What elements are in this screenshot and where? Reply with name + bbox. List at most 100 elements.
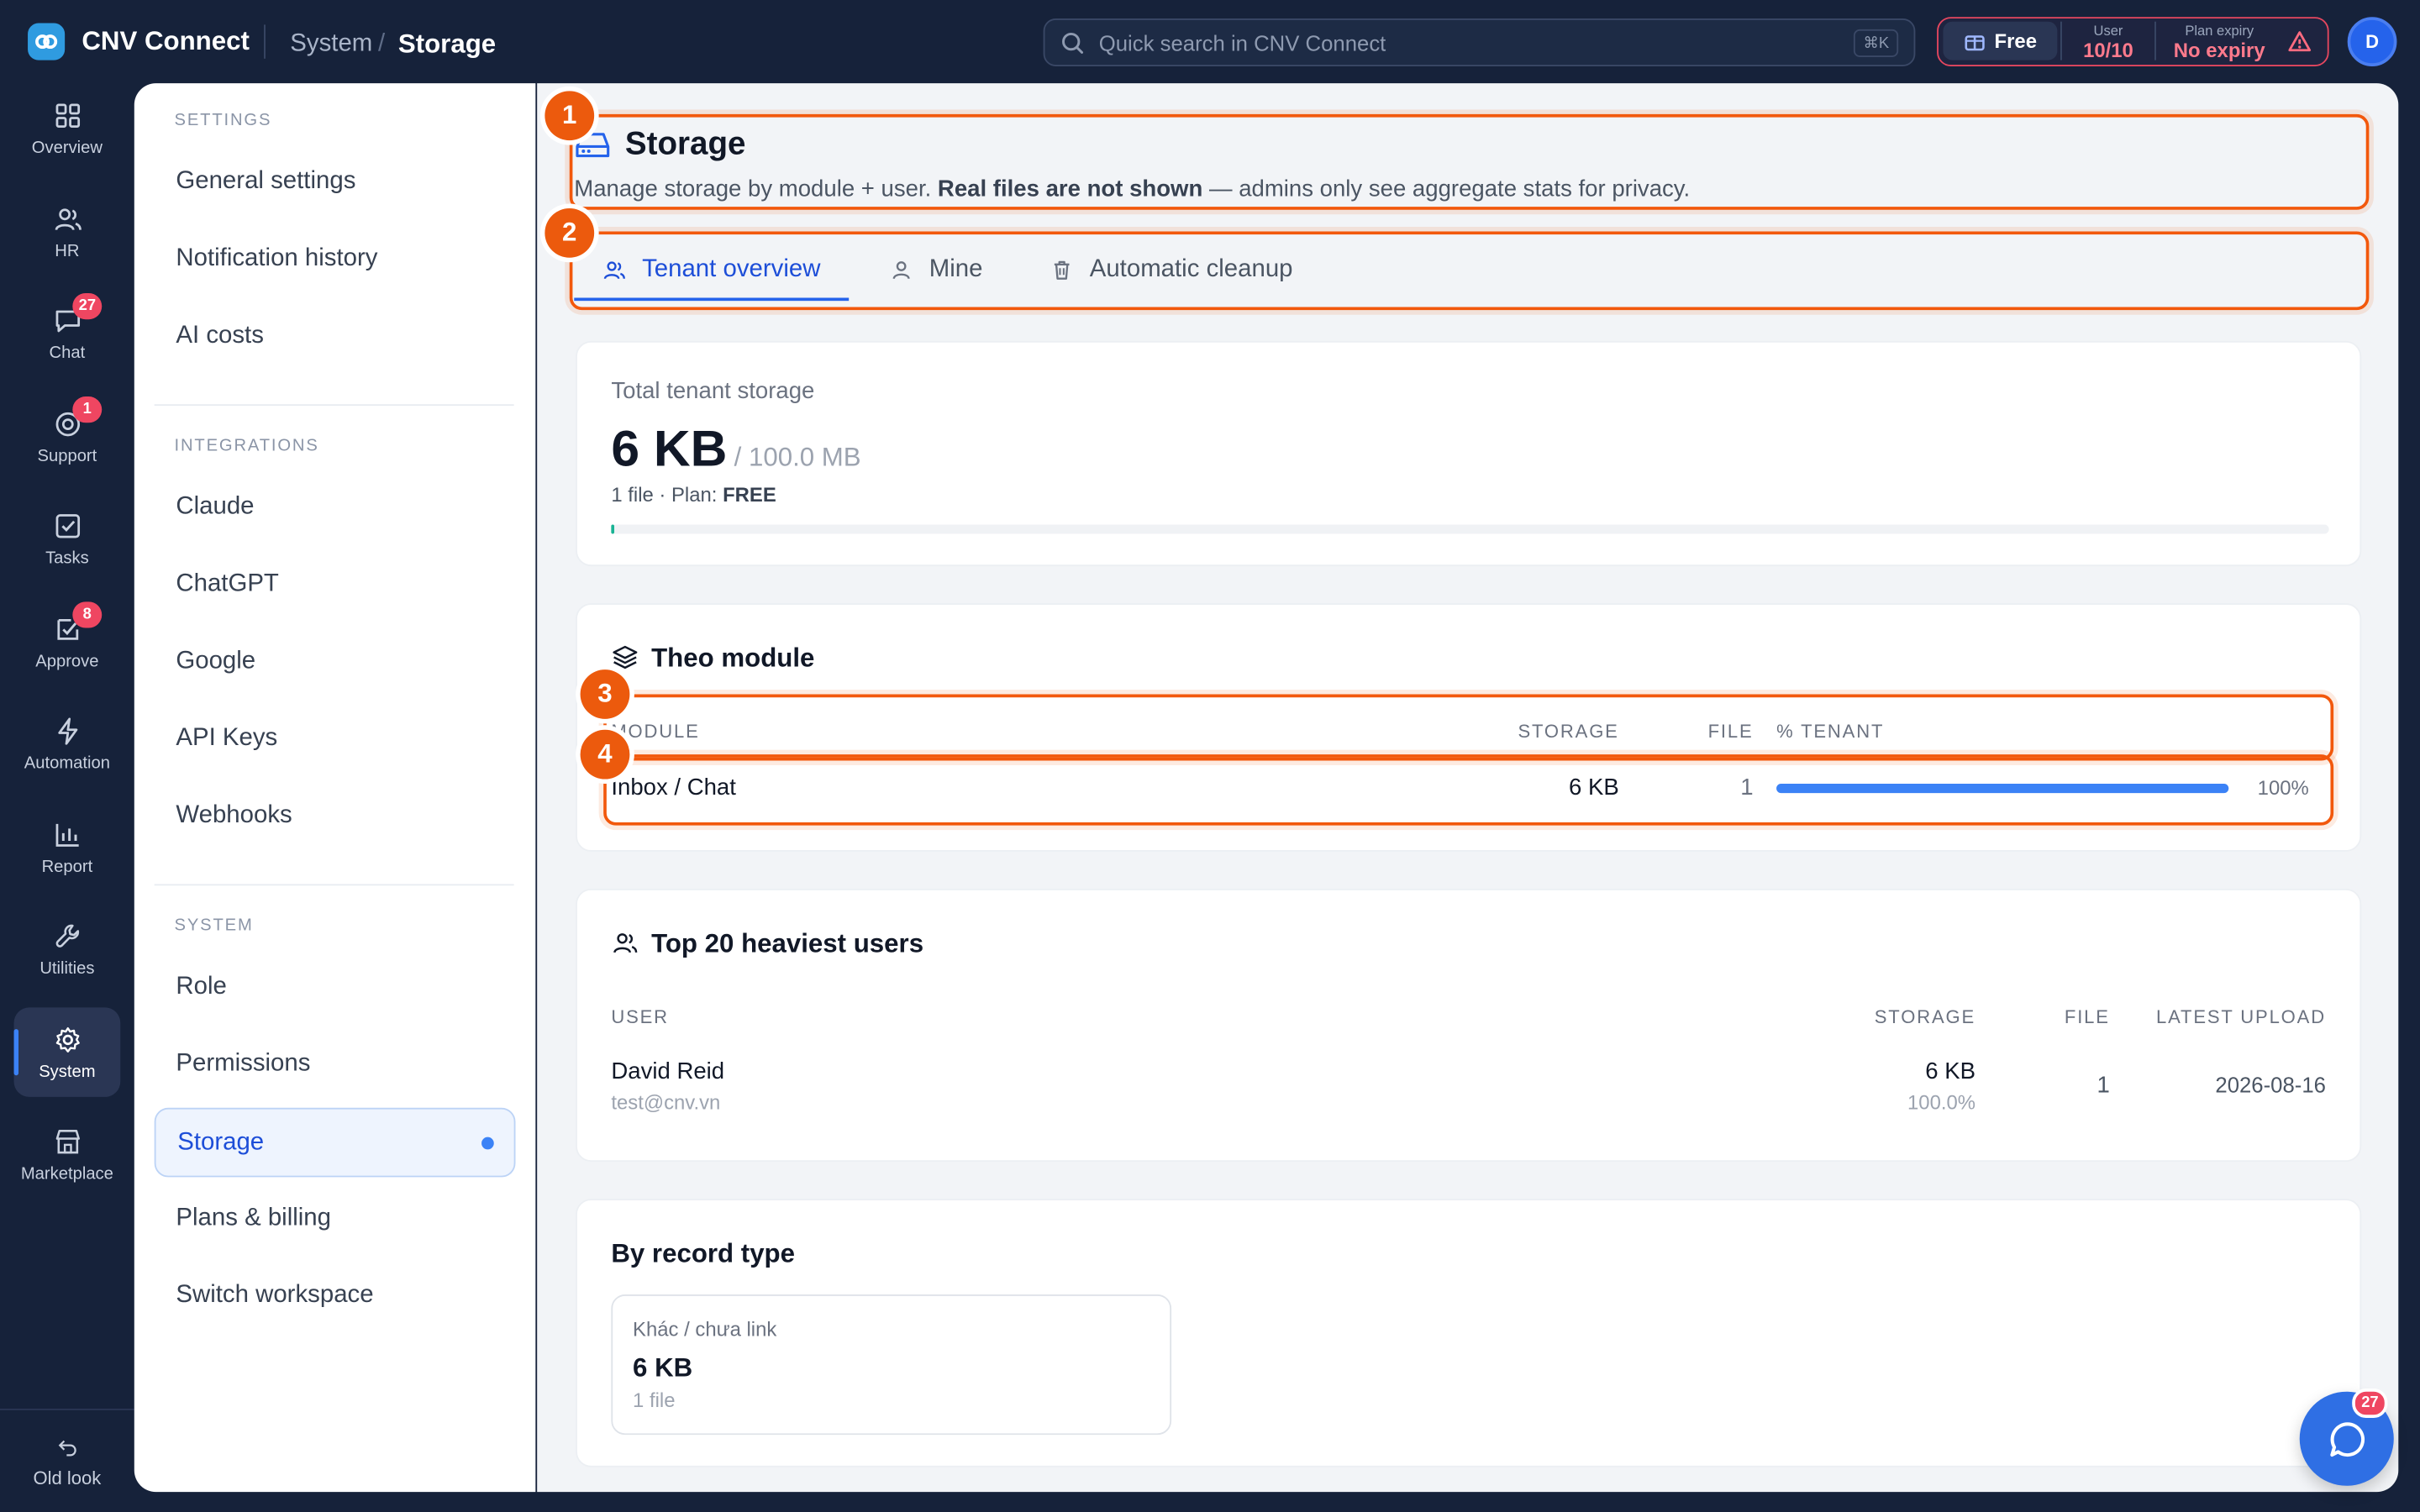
plan-user-count: User 10/10 (2083, 23, 2133, 62)
sidebar-divider (154, 884, 514, 886)
rail-item-marketplace[interactable]: Marketplace (14, 1110, 121, 1200)
rail-item-overview[interactable]: Overview (14, 83, 121, 173)
breadcrumb-separator: / (378, 30, 386, 57)
rail-label: Automation (24, 753, 111, 773)
module-card-title: Theo module (651, 643, 815, 673)
sidebar-item-notification-history[interactable]: Notification history (176, 245, 377, 273)
sidebar-item-switch-workspace[interactable]: Switch workspace (176, 1282, 373, 1310)
support-badge: 1 (72, 396, 103, 423)
rail-item-hr[interactable]: HR (14, 186, 121, 276)
annotation-box-2 (569, 231, 2370, 311)
annotation-box-1 (569, 113, 2370, 210)
record-type-card: By record type Khác / chưa link 6 KB 1 f… (576, 1199, 2362, 1467)
sidebar-item-chatgpt[interactable]: ChatGPT (176, 571, 278, 599)
sidebar-item-ai-costs[interactable]: AI costs (176, 323, 264, 350)
user-latest-upload: 2026-08-16 (2215, 1072, 2326, 1097)
sidebar-item-google[interactable]: Google (176, 648, 255, 675)
user-name: David Reid (611, 1058, 725, 1085)
breadcrumb-current: Storage (397, 29, 497, 59)
rail-label: System (39, 1062, 96, 1081)
sidebar-item-permissions[interactable]: Permissions (176, 1051, 310, 1079)
gear-icon (55, 1026, 79, 1053)
rail-item-system[interactable]: System (13, 1007, 121, 1097)
avatar[interactable]: D (2347, 17, 2397, 66)
search-shortcut: ⌘K (1854, 29, 1899, 57)
sidebar-item-general-settings[interactable]: General settings (176, 168, 355, 196)
settings-sidebar: SETTINGS General settings Notification h… (134, 83, 536, 1493)
active-dot (481, 1137, 494, 1150)
search-icon (1060, 31, 1085, 64)
rail-item-support[interactable]: Support 1 (14, 392, 121, 482)
annotation-box-4 (603, 754, 2334, 826)
sidebar-item-storage[interactable]: Storage (154, 1107, 516, 1178)
rail-item-report[interactable]: Report (14, 802, 121, 892)
app-name[interactable]: CNV Connect (82, 26, 250, 57)
section-integrations: INTEGRATIONS (174, 436, 319, 455)
total-storage-label: Total tenant storage (611, 378, 815, 405)
record-type-value: 6 KB (633, 1352, 693, 1383)
app-rail: Overview HR Chat 27 Support 1 Tasks Appr… (0, 83, 134, 1512)
annotation-box-3 (603, 694, 2334, 761)
main-content: Storage Manage storage by module + user.… (537, 83, 2399, 1493)
chat-fab-button[interactable]: 27 (2299, 1389, 2394, 1486)
sidebar-divider (154, 404, 514, 407)
grid-icon (55, 102, 80, 128)
breadcrumb-parent[interactable]: System (290, 31, 372, 59)
bolt-icon (57, 717, 77, 744)
warning-icon (2287, 29, 2312, 62)
bar-chart-icon (55, 822, 78, 846)
annotation-badge-4: 4 (580, 729, 630, 780)
user-file-count: 1 (2096, 1072, 2110, 1099)
column-header-file: FILE (2064, 1005, 2110, 1028)
top-users-card: Top 20 heaviest users USER STORAGE FILE … (576, 888, 2362, 1163)
undo-icon (57, 1439, 76, 1456)
user-email: test@cnv.vn (611, 1090, 721, 1115)
rail-label: Overview (31, 138, 103, 157)
storage-usage-fill (611, 524, 614, 534)
sidebar-item-plans-billing[interactable]: Plans & billing (176, 1205, 331, 1232)
rail-item-chat[interactable]: Chat 27 (14, 288, 121, 378)
section-settings: SETTINGS (174, 111, 272, 130)
annotation-badge-1: 1 (544, 91, 595, 141)
total-storage-card: Total tenant storage 6 KB / 100.0 MB 1 f… (576, 340, 2362, 567)
record-type-item[interactable]: Khác / chưa link 6 KB 1 file (611, 1294, 1172, 1436)
rail-label: Old look (33, 1466, 102, 1488)
wrench-icon (55, 923, 79, 947)
rail-item-tasks[interactable]: Tasks (14, 494, 121, 584)
top-users-title: Top 20 heaviest users (651, 928, 924, 958)
sidebar-item-claude[interactable]: Claude (176, 494, 254, 522)
user-storage: 6 KB (1925, 1058, 1976, 1085)
record-type-title: By record type (611, 1238, 796, 1268)
rail-label: Chat (49, 343, 86, 362)
annotation-badge-3: 3 (580, 669, 630, 719)
store-icon (55, 1129, 80, 1153)
search-placeholder: Quick search in CNV Connect (1098, 30, 1386, 56)
plan-status[interactable]: Free User 10/10 Plan expiry No expiry (1937, 17, 2329, 66)
rail-item-utilities[interactable]: Utilities (14, 904, 121, 994)
search-input[interactable]: Quick search in CNV Connect ⌘K (1043, 18, 1916, 66)
sidebar-item-label: Storage (177, 1129, 265, 1156)
rail-label: Utilities (39, 958, 95, 978)
plan-divider (2154, 21, 2156, 60)
users-icon (611, 929, 639, 964)
old-look-button[interactable]: Old look (14, 1416, 121, 1506)
app-logo-icon[interactable] (28, 23, 66, 60)
section-system: SYSTEM (174, 916, 254, 936)
sidebar-item-api-keys[interactable]: API Keys (176, 725, 277, 753)
rail-label: Approve (35, 652, 99, 671)
sidebar-item-role[interactable]: Role (176, 974, 226, 1001)
rail-label: Tasks (45, 548, 89, 567)
rail-label: HR (55, 241, 80, 260)
record-type-label: Khác / chưa link (633, 1317, 777, 1341)
users-icon (54, 207, 81, 230)
sidebar-item-webhooks[interactable]: Webhooks (176, 802, 292, 830)
rail-item-automation[interactable]: Automation (14, 699, 121, 789)
breadcrumb-divider (264, 24, 266, 59)
approve-badge: 8 (72, 601, 103, 628)
plan-name: Free (1994, 29, 2038, 53)
user-storage-share: 100.0% (1907, 1090, 1976, 1115)
total-storage-meta: 1 file · Plan: FREE (611, 482, 776, 507)
annotation-badge-2: 2 (544, 207, 595, 258)
plan-free-button[interactable]: Free (1943, 21, 2058, 60)
rail-item-approve[interactable]: Approve 8 (14, 597, 121, 687)
